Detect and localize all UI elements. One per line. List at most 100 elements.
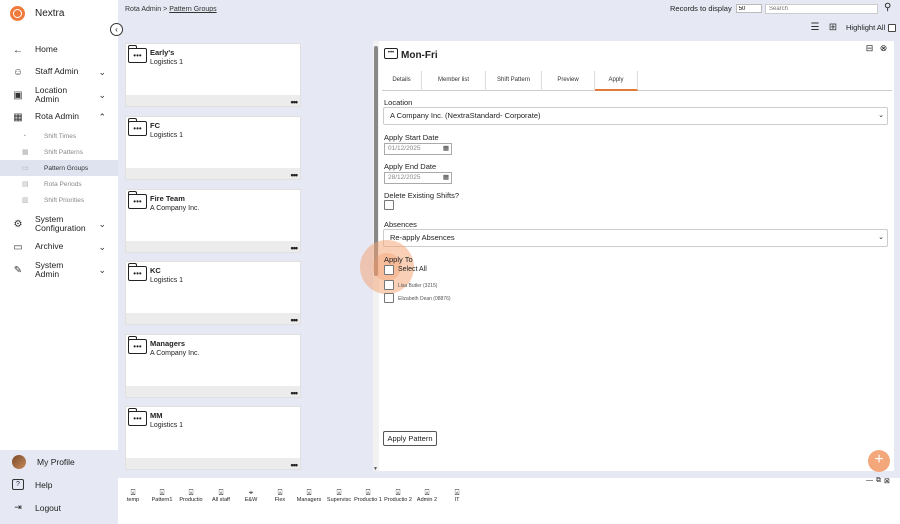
add-button[interactable]: + [868,450,890,472]
grid-view-icon[interactable]: ⊞ [826,22,840,33]
footer-label: Logout [35,502,61,513]
tab-shift-pattern[interactable]: Shift Pattern [486,71,542,91]
sidebar-item-home[interactable]: ← Home [0,40,118,60]
folder-icon: ••• [127,408,147,426]
tab-apply[interactable]: Apply [595,71,638,91]
breadcrumb-current[interactable]: Pattern Groups [169,6,216,13]
sidebar-subitem-rota-periods[interactable]: ▤ Rota Periods [0,176,118,192]
location-value: A Company Inc. (NextraStandard- Corporat… [390,111,541,120]
tab-details[interactable]: Details [382,71,422,91]
close-icon[interactable]: ⊠ [884,477,890,485]
absences-select[interactable]: Re-apply Absences ⌄ [383,229,888,247]
group-item[interactable]: ⍓ Supervisc [325,488,353,503]
member-checkbox[interactable] [384,293,394,303]
sidebar-subitem-shift-patterns[interactable]: ▦ Shift Patterns [0,144,118,160]
group-item[interactable]: ⍓ Productio [177,488,205,503]
more-options-icon[interactable]: ••• [291,97,299,107]
pattern-group-card[interactable]: ••• Managers A Company Inc. ••• [125,334,301,398]
highlight-all-checkbox[interactable] [888,23,897,32]
more-options-icon[interactable]: ••• [291,170,299,180]
panel-title: Mon-Fri [401,50,438,61]
sidebar-item-label: System Configuration [35,213,86,233]
collapse-sidebar-button[interactable]: ‹ [110,23,123,36]
tab-member-list[interactable]: Member list [422,71,486,91]
sidebar-item-label: Location Admin [35,84,68,104]
apply-pattern-button[interactable]: Apply Pattern [383,431,437,446]
sidebar-footer: My Profile ? Help ⇥ Logout [0,450,118,524]
close-icon[interactable]: ⊗ [878,43,889,53]
pattern-group-card[interactable]: ••• Early's Logistics 1 ••• [125,43,301,107]
more-options-icon[interactable]: ••• [291,388,299,398]
brand[interactable]: Nextra [10,5,64,21]
calendar-icon[interactable]: ▦ [443,144,449,154]
apply-start-date-input[interactable]: 01/12/2025 ▦ [384,143,452,155]
pattern-group-card[interactable]: ••• FC Logistics 1 ••• [125,116,301,180]
member-checkbox[interactable] [384,280,394,290]
records-input[interactable] [735,4,762,13]
group-item[interactable]: ⍓ temp [119,488,147,503]
group-bar-window-controls: — ⧉ ⊠ [866,477,893,485]
date-value: 01/12/2025 [388,145,421,152]
minimize-icon[interactable]: — [866,477,873,485]
restore-icon[interactable]: ⧉ [876,477,881,485]
more-options-icon[interactable]: ••• [291,460,299,470]
pattern-icon: ▦ [22,149,29,156]
sidebar-item-staff-admin[interactable]: ☺ Staff Admin ⌄ [0,60,118,84]
group-item[interactable]: ⍓ Managers [295,488,323,503]
group-icon: ⍓ [395,488,401,497]
group-item[interactable]: ⍓ Productio 1 [354,488,382,503]
group-icon: ⍓ [306,488,312,497]
wrench-icon: ✎ [13,264,23,276]
apply-start-date-label: Apply Start Date [384,133,439,142]
list-view-icon[interactable]: ☰ [808,22,822,33]
clock-icon: ◔ [22,132,27,140]
chevron-down-icon: ⌄ [98,241,106,252]
pattern-group-card[interactable]: ••• Fire Team A Company Inc. ••• [125,189,301,253]
sidebar-subitem-shift-times[interactable]: ◔ Shift Times [0,128,118,144]
card-footer: ••• [126,313,300,325]
card-footer: ••• [126,458,300,470]
group-item[interactable]: ⍓ Pattern1 [148,488,176,503]
breadcrumb-separator: > [163,6,168,13]
delete-existing-shifts-checkbox[interactable] [384,200,394,210]
select-all-checkbox[interactable] [384,265,394,275]
sidebar-item-system-admin[interactable]: ✎ System Admin ⌄ [0,258,118,282]
help-link[interactable]: ? Help [0,473,118,496]
location-select[interactable]: A Company Inc. (NextraStandard- Corporat… [383,107,888,125]
sidebar-item-label: Rota Admin [35,111,79,122]
group-item[interactable]: ⍓ Flex [266,488,294,503]
apply-end-date-input[interactable]: 28/12/2025 ▦ [384,172,452,184]
search-icon[interactable]: ⚲ [884,2,891,13]
sidebar-subitem-shift-priorities[interactable]: ▥ Shift Priorities [0,192,118,208]
group-item[interactable]: ⍓ Admin 2 [413,488,441,503]
group-item[interactable]: ⌖ E&W [237,488,265,503]
chevron-down-icon: ⌄ [878,234,884,241]
chevron-down-icon: ⌄ [98,264,106,275]
sidebar-item-location-admin[interactable]: ▣ Location Admin ⌄ [0,84,118,106]
more-options-icon[interactable]: ••• [291,315,299,325]
breadcrumb-root[interactable]: Rota Admin [125,6,161,13]
group-label: Flex [274,497,286,503]
sidebar-subitem-pattern-groups[interactable]: ▭ Pattern Groups [0,160,118,176]
sidebar-item-system-configuration[interactable]: ⚙ System Configuration ⌄ [0,212,118,236]
calendar-icon[interactable]: ▦ [443,173,449,183]
highlight-all-toggle[interactable]: Highlight All [846,23,897,32]
scroll-down-icon[interactable]: ▼ [373,466,378,472]
more-options-icon[interactable]: ••• [291,243,299,253]
sidebar-item-archive[interactable]: ▭ Archive ⌄ [0,236,118,258]
search-input[interactable] [765,4,878,14]
pattern-group-card[interactable]: ••• KC Logistics 1 ••• [125,261,301,325]
card-title: Managers [150,339,186,348]
logout-link[interactable]: ⇥ Logout [0,496,118,519]
my-profile-link[interactable]: My Profile [0,450,118,473]
group-item[interactable]: ⍓ Productio 2 [384,488,412,503]
group-item[interactable]: ⍓ All staff [207,488,235,503]
sidebar-item-rota-admin[interactable]: ▦ Rota Admin ⌃ [0,106,118,128]
nextra-logo-icon [10,5,25,21]
card-subtitle: Logistics 1 [150,132,184,139]
pattern-group-card[interactable]: ••• MM Logistics 1 ••• [125,406,301,470]
breadcrumb: Rota Admin > Pattern Groups [125,6,217,13]
tab-preview[interactable]: Preview [542,71,595,91]
minimize-icon[interactable]: ⊟ [864,43,875,53]
group-item[interactable]: ⍓ IT [443,488,471,503]
